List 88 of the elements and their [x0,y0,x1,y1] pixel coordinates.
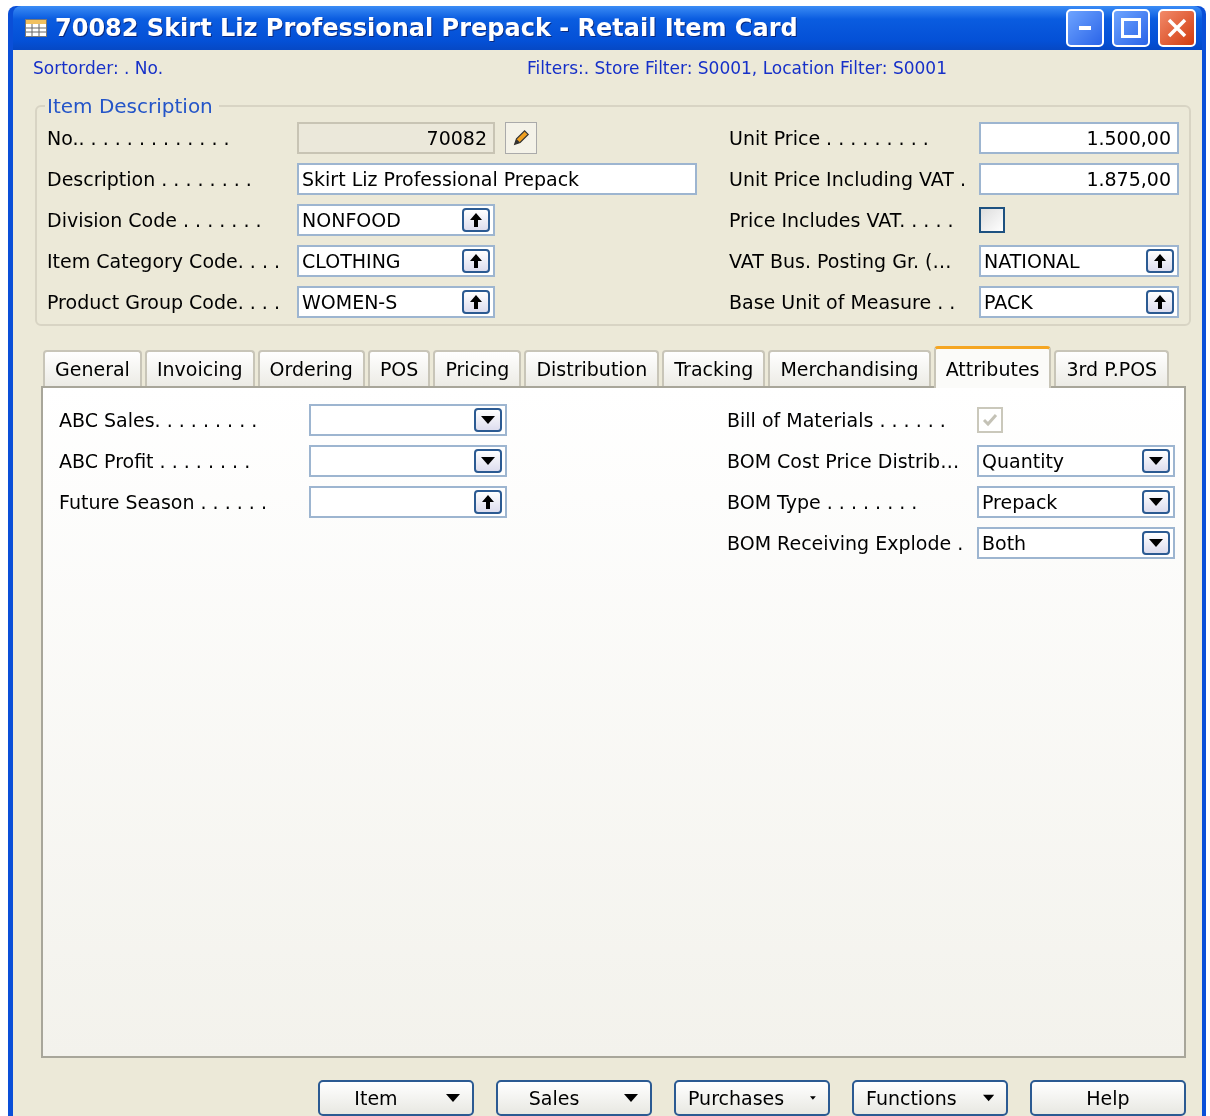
caret-icon [481,416,495,424]
sort-order-text: Sortorder: . No. [33,58,164,80]
menu-button[interactable]: Functions [852,1080,1008,1116]
tab[interactable]: Merchandising [768,350,931,386]
field-label: Division Code . . . . . . . [47,209,263,231]
dropdown-field[interactable]: Prepack [977,486,1175,518]
lookup-field[interactable]: NATIONAL [979,245,1179,277]
lookup-button[interactable] [462,249,490,273]
field-label: Item Category Code. . . . [47,250,282,272]
caret-icon [982,1094,994,1102]
lookup-button[interactable] [474,490,502,514]
lookup-field[interactable]: CLOTHING [297,245,495,277]
minimize-icon [1079,26,1091,30]
tab[interactable]: Ordering [257,350,365,386]
checkbox[interactable] [979,207,1005,233]
minimize-button[interactable] [1066,9,1104,47]
field-label: BOM Cost Price Distrib… [727,450,961,472]
maximize-button[interactable] [1112,9,1150,47]
dropdown-button[interactable] [1142,531,1170,555]
up-arrow-icon [470,254,482,268]
up-arrow-icon [470,213,482,227]
lookup-button[interactable] [462,208,490,232]
dropdown-button[interactable] [1142,449,1170,473]
tab[interactable]: 3rd P.POS [1054,350,1170,386]
field-label: Price Includes VAT. . . . . [729,209,955,231]
tab[interactable]: Tracking [662,350,766,386]
field-label: Unit Price Including VAT . [729,168,967,190]
table-icon [25,19,47,37]
dropdown-button[interactable] [474,408,502,432]
close-button[interactable] [1158,9,1196,47]
dropdown-field[interactable]: Both [977,527,1175,559]
field-label: ABC Sales. . . . . . . . . [59,409,259,431]
caret-icon [810,1094,816,1102]
tab[interactable]: General [43,350,142,386]
tab[interactable]: POS [367,350,431,386]
field-label: BOM Type . . . . . . . . [727,491,919,513]
field-label: Base Unit of Measure . . [729,291,957,313]
number-field[interactable]: 70082 [297,122,495,154]
caret-icon [1149,539,1163,547]
menu-button[interactable]: Sales [496,1080,652,1116]
filters-text: Filters:. Store Filter: S0001, Location Filter: S0001 [527,58,947,80]
up-arrow-icon [1154,254,1166,268]
menu-button[interactable]: Item [318,1080,474,1116]
tab[interactable]: Invoicing [144,350,255,386]
pencil-icon [512,128,530,148]
caret-icon [481,457,495,465]
check-icon [982,413,998,427]
dropdown-button[interactable] [1142,490,1170,514]
lookup-field[interactable]: WOMEN-S [297,286,495,318]
dropdown-field[interactable] [309,445,507,477]
field-label: Future Season . . . . . . [59,491,268,513]
help-button[interactable]: Help [1030,1080,1186,1116]
field-label: BOM Receiving Explode . [727,532,965,554]
dropdown-field[interactable] [309,404,507,436]
field-label: VAT Bus. Posting Gr. (… [729,250,953,272]
lookup-button[interactable] [1146,290,1174,314]
number-field[interactable]: 1.500,00 [979,122,1179,154]
field-label: ABC Profit . . . . . . . . [59,450,252,472]
up-arrow-icon [1154,295,1166,309]
up-arrow-icon [482,495,494,509]
dropdown-field[interactable]: Quantity [977,445,1175,477]
close-icon [1167,18,1187,38]
edit-button[interactable] [505,122,537,154]
maximize-icon [1121,18,1141,38]
tab[interactable]: Pricing [433,350,522,386]
window-title: 70082 Skirt Liz Professional Prepack - Retail Item Card [55,14,799,42]
field-label: Bill of Materials . . . . . . [727,409,947,431]
caret-icon [446,1094,460,1102]
lookup-button[interactable] [462,290,490,314]
text-field[interactable]: Skirt Liz Professional Prepack [297,163,697,195]
lookup-field[interactable]: PACK [979,286,1179,318]
tab[interactable]: Distribution [524,350,660,386]
field-label: No.. . . . . . . . . . . . . [47,127,231,149]
field-label: Unit Price . . . . . . . . . [729,127,930,149]
caret-icon [1149,457,1163,465]
caret-icon [1149,498,1163,506]
lookup-field[interactable] [309,486,507,518]
dropdown-button[interactable] [474,449,502,473]
field-label: Product Group Code. . . . [47,291,281,313]
tab[interactable]: Attributes [933,346,1052,388]
up-arrow-icon [470,295,482,309]
caret-icon [624,1094,638,1102]
lookup-button[interactable] [1146,249,1174,273]
lookup-field[interactable]: NONFOOD [297,204,495,236]
menu-button[interactable]: Purchases [674,1080,830,1116]
number-field[interactable]: 1.875,00 [979,163,1179,195]
field-label: Description . . . . . . . . [47,168,253,190]
group-title: Item Description [46,94,214,118]
